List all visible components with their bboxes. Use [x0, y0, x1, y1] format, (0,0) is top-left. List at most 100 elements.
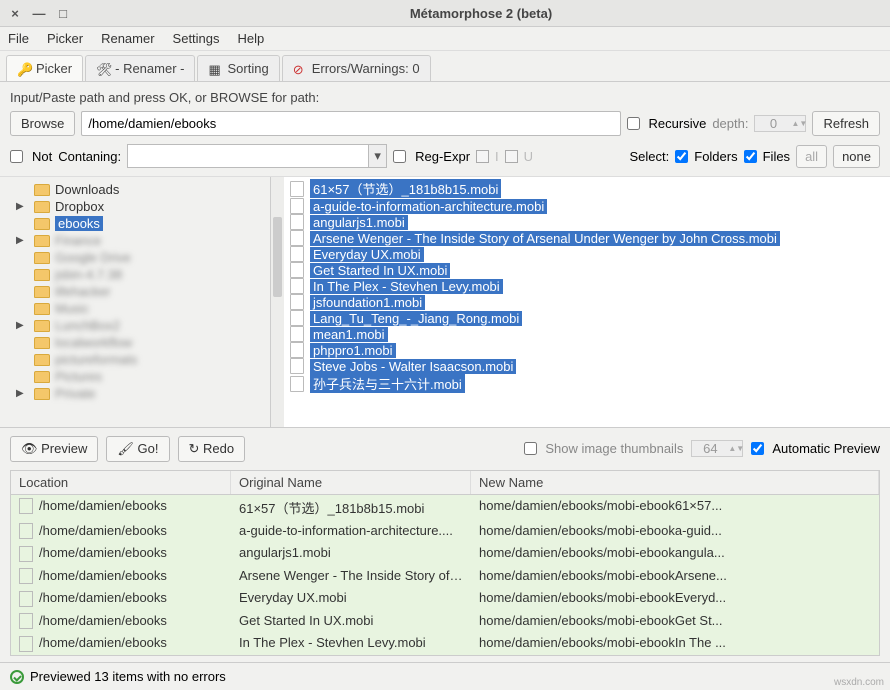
all-button[interactable]: all — [796, 145, 827, 168]
folders-checkbox[interactable] — [675, 150, 688, 163]
tree-item[interactable]: localworkflow — [0, 334, 270, 351]
tree-item[interactable]: Pictures — [0, 368, 270, 385]
not-checkbox[interactable] — [10, 150, 23, 163]
browse-button[interactable]: Browse — [10, 111, 75, 136]
table-row[interactable]: /home/damien/ebooksEveryday UX.mobihome/… — [11, 587, 879, 610]
tab-sorting[interactable]: ▦ Sorting — [197, 55, 279, 81]
expand-icon[interactable]: ▶ — [16, 320, 24, 331]
folders-label: Folders — [694, 149, 737, 164]
expand-icon[interactable]: ▶ — [16, 388, 24, 399]
cell-newname: home/damien/ebooks/mobi-ebookGet St... — [471, 612, 879, 631]
tree-scrollbar[interactable] — [270, 177, 284, 427]
file-item[interactable]: Lang_Tu_Teng_-_Jiang_Rong.mobi — [284, 310, 890, 326]
refresh-button[interactable]: Refresh — [812, 111, 880, 136]
menu-file[interactable]: File — [8, 31, 29, 46]
tree-item[interactable]: jsbin-4.7.38 — [0, 266, 270, 283]
close-icon[interactable]: × — [8, 6, 22, 20]
expand-icon[interactable]: ▶ — [16, 201, 24, 212]
menu-settings[interactable]: Settings — [173, 31, 220, 46]
tree-item[interactable]: Downloads — [0, 181, 270, 198]
depth-value[interactable] — [755, 116, 791, 131]
tab-picker[interactable]: 🔑 Picker — [6, 55, 83, 81]
containing-combo[interactable]: ▾ — [127, 144, 387, 168]
header-original[interactable]: Original Name — [231, 471, 471, 494]
tab-sorting-label: Sorting — [227, 61, 268, 76]
header-location[interactable]: Location — [11, 471, 231, 494]
file-item[interactable]: angularjs1.mobi — [284, 214, 890, 230]
regexpr-checkbox[interactable] — [393, 150, 406, 163]
file-list[interactable]: 61×57（节选）_181b8b15.mobia-guide-to-inform… — [284, 177, 890, 427]
file-item[interactable]: 61×57（节选）_181b8b15.mobi — [284, 179, 890, 198]
tab-renamer[interactable]: 🛠 - Renamer - — [85, 55, 195, 81]
file-name: phppro1.mobi — [310, 343, 396, 358]
table-row[interactable]: /home/damien/ebooksArsene Wenger - The I… — [11, 565, 879, 588]
file-item[interactable]: jsfoundation1.mobi — [284, 294, 890, 310]
file-item[interactable]: Get Started In UX.mobi — [284, 262, 890, 278]
file-item[interactable]: phppro1.mobi — [284, 342, 890, 358]
cell-original: 61×57（节选）_181b8b15.mobi — [231, 497, 471, 518]
path-instruction: Input/Paste path and press OK, or BROWSE… — [10, 90, 880, 105]
thumbsize-spinner[interactable]: ▲▼ — [691, 440, 743, 457]
tree-item[interactable]: Music — [0, 300, 270, 317]
spinner-arrows-icon[interactable]: ▲▼ — [791, 119, 805, 128]
path-input[interactable] — [81, 111, 620, 136]
menu-picker[interactable]: Picker — [47, 31, 83, 46]
table-row[interactable]: /home/damien/ebooks61×57（节选）_181b8b15.mo… — [11, 495, 879, 520]
table-row[interactable]: /home/damien/ebooksangularjs1.mobihome/d… — [11, 542, 879, 565]
maximize-icon[interactable]: □ — [56, 6, 70, 20]
go-button[interactable]: 🖌 Go! — [106, 436, 169, 462]
tab-errors[interactable]: ⊘ Errors/Warnings: 0 — [282, 55, 431, 81]
table-body: /home/damien/ebooks61×57（节选）_181b8b15.mo… — [11, 495, 879, 655]
tree-item-label: Finance — [55, 233, 101, 248]
file-item[interactable]: Arsene Wenger - The Inside Story of Arse… — [284, 230, 890, 246]
tree-item[interactable]: Google Drive — [0, 249, 270, 266]
file-item[interactable]: In The Plex - Stevhen Levy.mobi — [284, 278, 890, 294]
file-item[interactable]: Everyday UX.mobi — [284, 246, 890, 262]
tree-item[interactable]: ▶Dropbox — [0, 198, 270, 215]
window-title: Métamorphose 2 (beta) — [80, 6, 882, 21]
table-row[interactable]: /home/damien/ebooksIn The Plex - Stevhen… — [11, 632, 879, 655]
u-checkbox[interactable] — [505, 150, 518, 163]
thumbsize-value[interactable] — [692, 441, 728, 456]
tree-item[interactable]: pictureformats — [0, 351, 270, 368]
recursive-checkbox[interactable] — [627, 117, 640, 130]
file-icon — [19, 613, 33, 629]
menu-help[interactable]: Help — [238, 31, 265, 46]
tree-item-label: ebooks — [55, 216, 103, 231]
chevron-down-icon[interactable]: ▾ — [368, 145, 386, 167]
folder-icon — [34, 235, 50, 247]
tree-item[interactable]: lifehacker — [0, 283, 270, 300]
table-row[interactable]: /home/damien/ebooksGet Started In UX.mob… — [11, 610, 879, 633]
file-item[interactable]: Steve Jobs - Walter Isaacson.mobi — [284, 358, 890, 374]
spinner-arrows-icon[interactable]: ▲▼ — [728, 444, 742, 453]
minimize-icon[interactable]: — — [32, 6, 46, 20]
i-checkbox[interactable] — [476, 150, 489, 163]
menu-renamer[interactable]: Renamer — [101, 31, 154, 46]
depth-spinner[interactable]: ▲▼ — [754, 115, 806, 132]
file-name: Lang_Tu_Teng_-_Jiang_Rong.mobi — [310, 311, 522, 326]
file-icon — [290, 278, 304, 294]
main-tabs: 🔑 Picker 🛠 - Renamer - ▦ Sorting ⊘ Error… — [0, 51, 890, 82]
tree-item[interactable]: ▶Private — [0, 385, 270, 402]
cell-original: In The Plex - Stevhen Levy.mobi — [231, 634, 471, 653]
expand-icon[interactable]: ▶ — [16, 235, 24, 246]
preview-button[interactable]: 👁 Preview — [10, 436, 98, 462]
tree-item-label: Downloads — [55, 182, 119, 197]
files-checkbox[interactable] — [744, 150, 757, 163]
file-item[interactable]: mean1.mobi — [284, 326, 890, 342]
redo-button[interactable]: ↻ Redo — [178, 436, 246, 462]
containing-input[interactable] — [128, 145, 368, 167]
tree-item[interactable]: ▶LunchBox2 — [0, 317, 270, 334]
file-item[interactable]: a-guide-to-information-architecture.mobi — [284, 198, 890, 214]
thumbnails-checkbox[interactable] — [524, 442, 537, 455]
tree-item[interactable]: ebooks — [0, 215, 270, 232]
folder-tree[interactable]: Downloads▶Dropboxebooks ▶ FinanceGoogle Dr… — [0, 177, 270, 427]
header-newname[interactable]: New Name — [471, 471, 879, 494]
autopreview-checkbox[interactable] — [751, 442, 764, 455]
none-button[interactable]: none — [833, 145, 880, 168]
scrollbar-thumb[interactable] — [273, 217, 282, 297]
tree-item[interactable]: ▶ Finance — [0, 232, 270, 249]
table-row[interactable]: /home/damien/ebooksa-guide-to-informatio… — [11, 520, 879, 543]
cell-location: /home/damien/ebooks — [11, 522, 231, 541]
file-item[interactable]: 孙子兵法与三十六计.mobi — [284, 374, 890, 393]
